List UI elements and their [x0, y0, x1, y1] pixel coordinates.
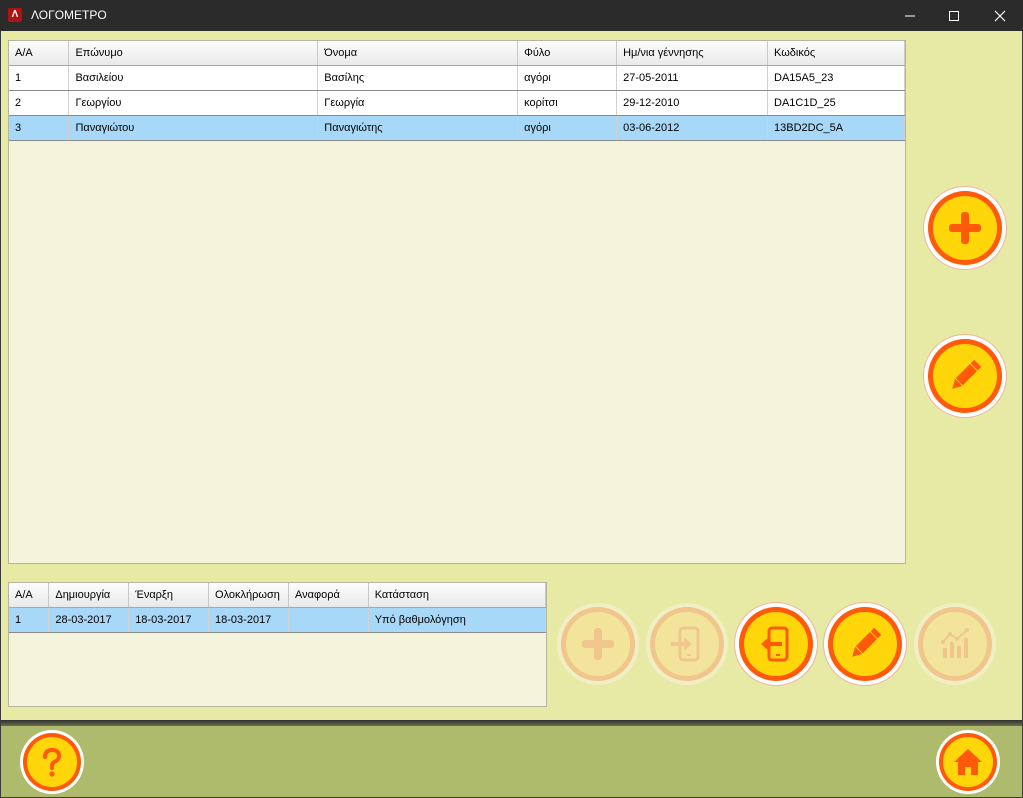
column-header-aa[interactable]: Α/Α: [9, 583, 50, 608]
import-session-button[interactable]: [646, 603, 728, 685]
close-icon: [994, 10, 1006, 21]
help-button[interactable]: [20, 730, 84, 794]
table-row[interactable]: 1 Βασιλείου Βασίλης αγόρι 27-05-2011 DA1…: [9, 65, 905, 91]
tablet-export-icon: [761, 626, 789, 662]
minimize-button[interactable]: [887, 0, 933, 31]
home-button[interactable]: [936, 730, 1000, 794]
maximize-button[interactable]: [931, 0, 977, 31]
table-cell: 29-12-2010: [616, 90, 769, 116]
column-header-aa[interactable]: Α/Α: [9, 41, 70, 66]
plus-icon: [582, 628, 614, 660]
table-cell: 18-03-2017: [208, 607, 289, 633]
column-header-completed[interactable]: Ολοκλήρωση: [208, 583, 289, 608]
maximize-icon: [949, 10, 959, 21]
report-session-button[interactable]: [914, 603, 996, 685]
table-cell: Βασιλείου: [68, 65, 319, 91]
table-cell: DA15A5_23: [767, 65, 905, 91]
table-cell: Παναγιώτου: [68, 115, 319, 141]
tablet-import-icon: [671, 626, 700, 662]
home-icon: [954, 749, 982, 775]
students-header-row: Α/Α Επώνυμο Όνομα Φύλο Ημ/νια γέννησης Κ…: [9, 41, 905, 66]
column-header-status[interactable]: Κατάσταση: [368, 583, 546, 608]
column-header-started[interactable]: Έναρξη: [128, 583, 210, 608]
table-cell: 28-03-2017: [48, 607, 130, 633]
column-header-birthdate[interactable]: Ημ/νια γέννησης: [616, 41, 769, 66]
pencil-icon: [852, 628, 881, 657]
table-cell: κορίτσι: [517, 90, 618, 116]
column-header-report[interactable]: Αναφορά: [288, 583, 369, 608]
table-cell: 18-03-2017: [128, 607, 210, 633]
close-button[interactable]: [977, 0, 1023, 31]
table-cell: 1: [9, 65, 70, 91]
column-header-gender[interactable]: Φύλο: [517, 41, 618, 66]
main-area: Α/Α Επώνυμο Όνομα Φύλο Ημ/νια γέννησης Κ…: [0, 31, 1023, 798]
add-student-button[interactable]: [924, 187, 1006, 269]
add-session-button[interactable]: [557, 603, 639, 685]
column-header-name[interactable]: Όνομα: [317, 41, 519, 66]
table-cell: 03-06-2012: [616, 115, 769, 141]
table-cell: 2: [9, 90, 70, 116]
table-cell: 27-05-2011: [616, 65, 769, 91]
table-cell: Γεωργία: [317, 90, 519, 116]
table-row[interactable]: 2 Γεωργίου Γεωργία κορίτσι 29-12-2010 DA…: [9, 90, 905, 116]
window-title: ΛΟΓΟΜΕΤΡΟ: [31, 8, 107, 22]
students-table: Α/Α Επώνυμο Όνομα Φύλο Ημ/νια γέννησης Κ…: [9, 41, 905, 141]
table-cell: DA1C1D_25: [767, 90, 905, 116]
edit-student-button[interactable]: [924, 335, 1006, 417]
table-cell: Παναγιώτης: [317, 115, 519, 141]
column-header-surname[interactable]: Επώνυμο: [68, 41, 319, 66]
table-cell: 1: [9, 607, 50, 633]
sessions-table: Α/Α Δημιουργία Έναρξη Ολοκλήρωση Αναφορά…: [9, 583, 546, 633]
table-cell: [288, 607, 369, 633]
sessions-header-row: Α/Α Δημιουργία Έναρξη Ολοκλήρωση Αναφορά…: [9, 583, 546, 608]
pencil-icon: [952, 360, 981, 389]
question-icon: [43, 747, 62, 777]
column-header-created[interactable]: Δημιουργία: [48, 583, 130, 608]
table-cell: αγόρι: [517, 65, 618, 91]
students-grid[interactable]: Α/Α Επώνυμο Όνομα Φύλο Ημ/νια γέννησης Κ…: [8, 40, 906, 564]
app-logo-icon: Λ: [8, 8, 22, 22]
plus-icon: [949, 212, 981, 244]
title-bar: Λ ΛΟΓΟΜΕΤΡΟ: [0, 0, 1023, 31]
table-row-selected[interactable]: 3 Παναγιώτου Παναγιώτης αγόρι 03-06-2012…: [9, 115, 905, 141]
table-cell: Βασίλης: [317, 65, 519, 91]
edit-session-button[interactable]: [824, 603, 906, 685]
table-cell: Υπό βαθμολόγηση: [368, 607, 546, 633]
table-cell: αγόρι: [517, 115, 618, 141]
minimize-icon: [905, 15, 915, 16]
table-row-selected[interactable]: 1 28-03-2017 18-03-2017 18-03-2017 Υπό β…: [9, 607, 546, 633]
column-header-code[interactable]: Κωδικός: [767, 41, 905, 66]
sessions-grid[interactable]: Α/Α Δημιουργία Έναρξη Ολοκλήρωση Αναφορά…: [8, 582, 547, 707]
table-cell: Γεωργίου: [68, 90, 319, 116]
table-cell: 3: [9, 115, 70, 141]
table-cell: 13BD2DC_5A: [767, 115, 905, 141]
export-session-button[interactable]: [735, 603, 817, 685]
footer-bar: [1, 726, 1022, 797]
chart-icon: [941, 628, 969, 658]
